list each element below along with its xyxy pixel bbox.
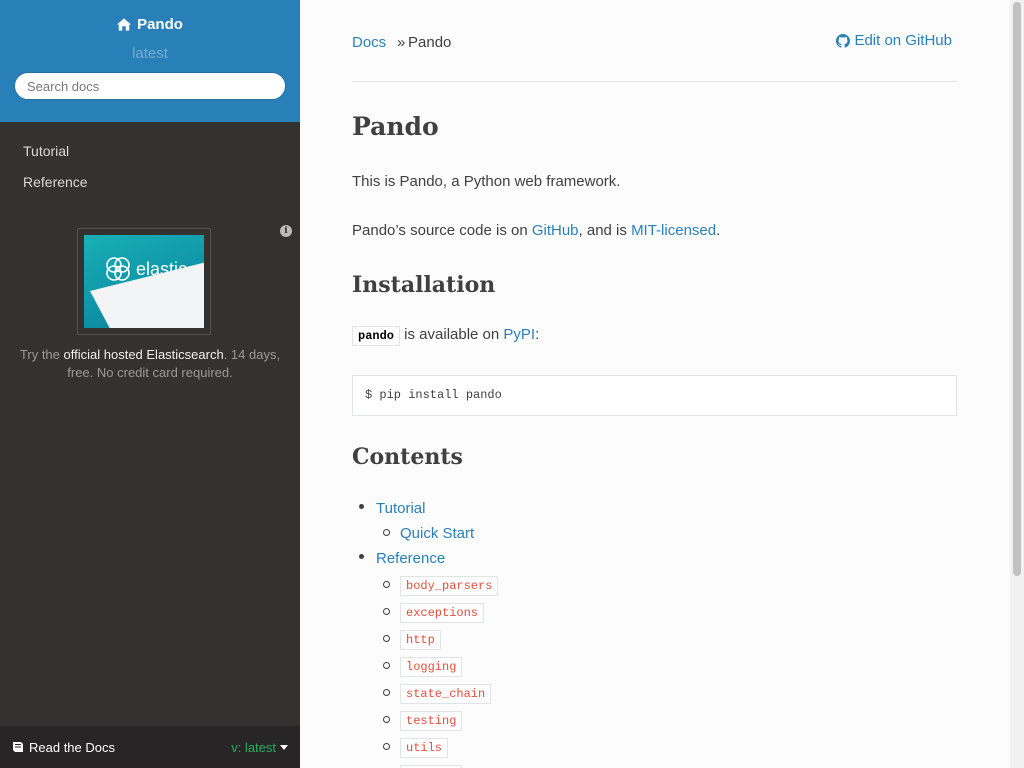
toc-item-module: utils (376, 733, 498, 760)
rtd-link[interactable]: Read the Docs (12, 740, 115, 755)
toc-sublist-reference: body_parsers exceptions http logging sta… (376, 571, 499, 768)
toc-item-module: logging (376, 652, 498, 679)
breadcrumb: Docs » Pando Edit on GitHub (352, 0, 957, 82)
source-text-middle: , and is (578, 222, 632, 239)
module-link-state-chain[interactable]: state_chain (400, 684, 492, 704)
module-link-utils[interactable]: utils (400, 738, 449, 758)
breadcrumb-current: Pando (408, 34, 452, 51)
rtd-label: Read the Docs (29, 739, 115, 755)
sidebar: Pando latest Tutorial Reference i elasti… (0, 0, 300, 768)
info-icon[interactable]: i (280, 225, 292, 237)
module-link-logging[interactable]: logging (400, 657, 463, 677)
search-input[interactable] (14, 72, 286, 100)
mit-license-link[interactable]: MIT-licensed (631, 222, 716, 239)
sidebar-header: Pando latest (0, 0, 300, 122)
source-text-prefix: Pando’s source code is on (352, 222, 532, 239)
main-content: Docs » Pando Edit on GitHub Pando This i… (352, 0, 957, 768)
toc-item-tutorial: Tutorial Quick Start (352, 496, 498, 546)
book-icon (13, 742, 23, 752)
project-name: Pando (137, 16, 183, 33)
installation-paragraph: pando is available on PyPI: (352, 326, 540, 346)
scrollbar-thumb[interactable] (1013, 2, 1021, 576)
sponsor-ad: i elastic Try the official hosted Elasti… (0, 213, 300, 725)
ad-text-prefix: Try the (19, 347, 64, 362)
version-selector[interactable]: v: latest (231, 740, 288, 755)
toc-item-module: http (376, 625, 498, 652)
toc-item-module: body_parsers (376, 571, 499, 598)
sidebar-item-tutorial[interactable]: Tutorial (0, 136, 300, 167)
toc-item-module: website (376, 760, 498, 768)
elastic-logo-icon (106, 257, 130, 281)
github-link[interactable]: GitHub (532, 222, 579, 239)
install-command-block: $ pip install pando (352, 375, 957, 416)
toc-item-module: exceptions (376, 598, 498, 625)
toc-item-reference: Reference body_parsers exceptions http l… (352, 546, 499, 768)
home-icon (117, 18, 132, 31)
package-name-code: pando (352, 326, 401, 346)
module-link-exceptions[interactable]: exceptions (400, 603, 485, 623)
toc-item-quick-start: Quick Start (376, 521, 498, 546)
ad-image-frame[interactable]: elastic (77, 228, 211, 335)
rtd-versions-bar[interactable]: Read the Docs v: latest (0, 726, 300, 768)
pypi-link[interactable]: PyPI (503, 326, 535, 343)
toc-item-module: testing (376, 706, 498, 733)
contents-heading: Contents (352, 444, 463, 470)
caret-down-icon (280, 744, 288, 750)
project-home-link[interactable]: Pando (117, 16, 183, 33)
intro-paragraph: This is Pando, a Python web framework. (352, 173, 621, 190)
breadcrumb-docs-link[interactable]: Docs (352, 34, 386, 51)
module-link-body-parsers[interactable]: body_parsers (400, 576, 499, 596)
toc-link-tutorial[interactable]: Tutorial (376, 500, 425, 517)
github-icon (836, 33, 851, 48)
installation-heading: Installation (352, 272, 496, 298)
toc-sublist-tutorial: Quick Start (376, 521, 498, 546)
module-link-http[interactable]: http (400, 630, 441, 650)
installation-text: is available on (400, 326, 504, 343)
source-paragraph: Pando’s source code is on GitHub, and is… (352, 222, 720, 239)
source-text-suffix: . (716, 222, 721, 239)
toc-item-module: state_chain (376, 679, 498, 706)
breadcrumb-separator: » (397, 34, 406, 51)
edit-on-github-link[interactable]: Edit on GitHub (836, 32, 952, 49)
version-label: latest (132, 45, 168, 62)
edit-on-github-label: Edit on GitHub (854, 32, 952, 49)
page-title: Pando (352, 112, 439, 141)
sidebar-nav: Tutorial Reference (0, 122, 300, 198)
ad-image[interactable]: elastic (84, 235, 204, 328)
toc-link-reference[interactable]: Reference (376, 550, 445, 567)
module-link-testing[interactable]: testing (400, 711, 463, 731)
installation-colon: : (535, 326, 540, 343)
ad-text: Try the official hosted Elasticsearch. 1… (10, 346, 290, 382)
page-scrollbar[interactable] (1010, 0, 1024, 768)
toc-link-quick-start[interactable]: Quick Start (400, 525, 474, 542)
sidebar-item-reference[interactable]: Reference (0, 167, 300, 198)
toc-list: Tutorial Quick Start Reference body_pars… (352, 496, 499, 768)
ad-link[interactable]: official hosted Elasticsearch (64, 347, 224, 362)
version-selector-label: v: latest (231, 739, 276, 755)
